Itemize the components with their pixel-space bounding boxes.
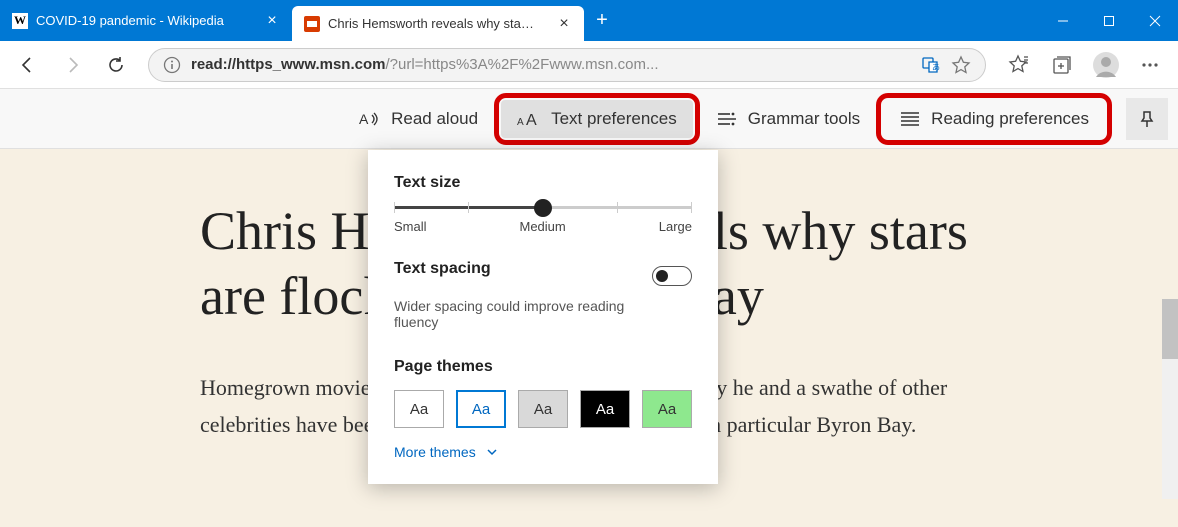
text-preferences-button[interactable]: AA Text preferences bbox=[501, 100, 693, 138]
highlight-reading-prefs: Reading preferences bbox=[876, 93, 1112, 145]
slider-label-medium: Medium bbox=[520, 219, 566, 234]
pin-toolbar-button[interactable] bbox=[1126, 98, 1168, 140]
reading-preferences-label: Reading preferences bbox=[931, 109, 1089, 129]
translate-icon[interactable]: あ bbox=[921, 55, 941, 75]
reading-prefs-icon bbox=[899, 108, 921, 130]
slider-labels: Small Medium Large bbox=[394, 219, 692, 234]
collections-button[interactable] bbox=[1042, 45, 1082, 85]
theme-swatch[interactable]: Aa bbox=[394, 390, 444, 428]
close-window-button[interactable] bbox=[1132, 0, 1178, 41]
profile-button[interactable] bbox=[1086, 45, 1126, 85]
page-themes-heading: Page themes bbox=[394, 358, 692, 376]
reading-preferences-button[interactable]: Reading preferences bbox=[883, 100, 1105, 138]
chevron-down-icon bbox=[486, 446, 498, 458]
more-themes-link[interactable]: More themes bbox=[394, 444, 692, 460]
favorite-star-icon[interactable] bbox=[951, 55, 971, 75]
scrollbar-vertical[interactable] bbox=[1162, 299, 1178, 499]
theme-swatch[interactable]: Aa bbox=[580, 390, 630, 428]
theme-swatches: Aa Aa Aa Aa Aa bbox=[394, 390, 692, 428]
close-icon[interactable]: × bbox=[556, 16, 572, 32]
theme-swatch[interactable]: Aa bbox=[518, 390, 568, 428]
maximize-button[interactable] bbox=[1086, 0, 1132, 41]
refresh-button[interactable] bbox=[96, 45, 136, 85]
text-size-slider[interactable] bbox=[394, 206, 692, 209]
browser-titlebar: W COVID-19 pandemic - Wikipedia × Chris … bbox=[0, 0, 1178, 41]
grammar-tools-button[interactable]: Grammar tools bbox=[700, 100, 876, 138]
text-spacing-hint: Wider spacing could improve reading flue… bbox=[394, 298, 644, 330]
svg-text:A: A bbox=[517, 117, 524, 128]
read-aloud-icon: A bbox=[359, 108, 381, 130]
browser-navbar: read://https_www.msn.com/?url=https%3A%2… bbox=[0, 41, 1178, 89]
more-button[interactable] bbox=[1130, 45, 1170, 85]
text-preferences-label: Text preferences bbox=[551, 109, 677, 129]
svg-text:A: A bbox=[359, 111, 369, 127]
theme-swatch[interactable]: Aa bbox=[642, 390, 692, 428]
svg-text:A: A bbox=[526, 112, 537, 129]
favorites-button[interactable] bbox=[998, 45, 1038, 85]
reader-toolbar: A Read aloud AA Text preferences Grammar… bbox=[0, 89, 1178, 149]
scrollbar-thumb[interactable] bbox=[1162, 299, 1178, 359]
grammar-icon bbox=[716, 108, 738, 130]
tab-active[interactable]: Chris Hemsworth reveals why sta… × bbox=[292, 6, 584, 41]
text-spacing-heading: Text spacing bbox=[394, 260, 491, 278]
svg-text:あ: あ bbox=[932, 63, 940, 72]
tab-title: Chris Hemsworth reveals why sta… bbox=[328, 16, 548, 31]
text-spacing-toggle[interactable] bbox=[652, 266, 692, 286]
url-text: read://https_www.msn.com/?url=https%3A%2… bbox=[191, 56, 911, 73]
slider-label-large: Large bbox=[659, 219, 692, 234]
read-aloud-button[interactable]: A Read aloud bbox=[343, 100, 494, 138]
tab-inactive[interactable]: W COVID-19 pandemic - Wikipedia × bbox=[0, 0, 292, 41]
tab-title: COVID-19 pandemic - Wikipedia bbox=[36, 13, 256, 28]
read-aloud-label: Read aloud bbox=[391, 109, 478, 129]
address-bar[interactable]: read://https_www.msn.com/?url=https%3A%2… bbox=[148, 48, 986, 82]
msn-favicon-icon bbox=[304, 16, 320, 32]
wikipedia-favicon-icon: W bbox=[12, 13, 28, 29]
close-icon[interactable]: × bbox=[264, 13, 280, 29]
site-info-icon[interactable] bbox=[163, 56, 181, 74]
slider-thumb[interactable] bbox=[534, 199, 552, 217]
theme-swatch[interactable]: Aa bbox=[456, 390, 506, 428]
window-controls bbox=[1040, 0, 1178, 41]
minimize-button[interactable] bbox=[1040, 0, 1086, 41]
text-preferences-popover: Text size Small Medium Large Text spacin… bbox=[368, 150, 718, 484]
new-tab-button[interactable]: + bbox=[584, 0, 620, 41]
text-size-heading: Text size bbox=[394, 174, 692, 192]
slider-label-small: Small bbox=[394, 219, 427, 234]
back-button[interactable] bbox=[8, 45, 48, 85]
text-size-icon: AA bbox=[517, 108, 541, 130]
highlight-text-prefs: AA Text preferences bbox=[494, 93, 700, 145]
forward-button[interactable] bbox=[52, 45, 92, 85]
grammar-tools-label: Grammar tools bbox=[748, 109, 860, 129]
